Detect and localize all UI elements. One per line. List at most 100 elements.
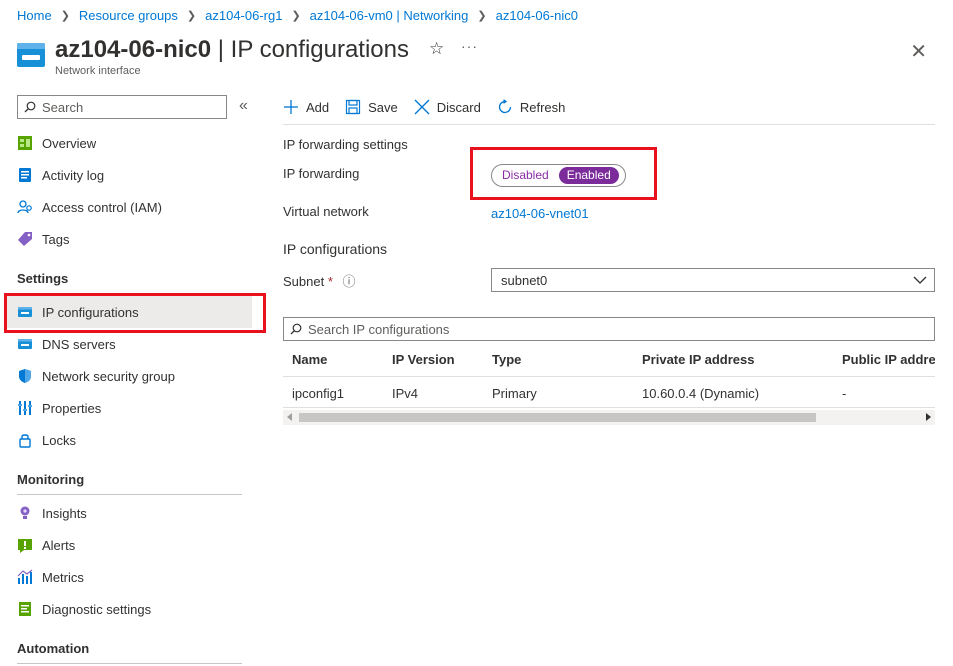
metrics-icon bbox=[17, 569, 33, 585]
alerts-icon bbox=[17, 537, 33, 553]
sidebar-item-label: Alerts bbox=[42, 537, 76, 553]
column-header-name[interactable]: Name bbox=[292, 352, 327, 367]
highlight-box-sidebar bbox=[4, 293, 266, 333]
sidebar-item-label: Access control (IAM) bbox=[42, 199, 162, 215]
ip-config-search[interactable] bbox=[283, 317, 935, 341]
insights-icon bbox=[17, 505, 33, 521]
sidebar-item-properties[interactable]: Properties bbox=[17, 392, 265, 424]
collapse-sidebar-icon[interactable]: « bbox=[239, 97, 248, 115]
highlight-box-toggle bbox=[470, 147, 657, 200]
page-subtitle: Network interface bbox=[55, 65, 141, 77]
search-icon bbox=[24, 101, 36, 113]
dns-icon bbox=[17, 336, 33, 352]
sidebar-item-activity-log[interactable]: Activity log bbox=[17, 159, 265, 191]
sidebar-item-label: Tags bbox=[42, 231, 70, 247]
sidebar-item-alerts[interactable]: Alerts bbox=[17, 529, 265, 561]
sidebar-item-label: Locks bbox=[42, 432, 76, 448]
sidebar-search-input[interactable] bbox=[42, 99, 212, 115]
iam-icon bbox=[17, 199, 33, 215]
required-asterisk: * bbox=[327, 274, 333, 289]
scrollbar-thumb[interactable] bbox=[299, 413, 816, 422]
network-interface-icon bbox=[17, 43, 45, 67]
subnet-dropdown[interactable]: subnet0 bbox=[491, 268, 935, 292]
section-divider bbox=[17, 663, 242, 664]
monitoring-section-header: Monitoring bbox=[17, 472, 85, 487]
subnet-dropdown-value: subnet0 bbox=[501, 272, 548, 288]
sidebar-item-diagnostic-settings[interactable]: Diagnostic settings bbox=[17, 593, 265, 625]
breadcrumb-resource-groups[interactable]: Resource groups bbox=[79, 8, 178, 23]
sidebar-search[interactable] bbox=[17, 95, 227, 119]
sidebar-item-label: DNS servers bbox=[42, 336, 116, 352]
sidebar-item-nsg[interactable]: Network security group bbox=[17, 360, 265, 392]
section-divider bbox=[17, 494, 242, 495]
ip-config-table: Name IP Version Type Private IP address … bbox=[283, 343, 935, 409]
shield-icon bbox=[17, 368, 33, 384]
toolbar-divider bbox=[283, 124, 935, 125]
breadcrumb-resource-group[interactable]: az104-06-rg1 bbox=[205, 8, 282, 23]
ip-forwarding-label: IP forwarding bbox=[283, 166, 360, 181]
chevron-right-icon: ❯ bbox=[60, 9, 70, 22]
sidebar-item-iam[interactable]: Access control (IAM) bbox=[17, 191, 265, 223]
chevron-down-icon bbox=[913, 276, 927, 284]
more-options-icon[interactable]: ··· bbox=[461, 38, 478, 54]
scroll-left-arrow-icon[interactable] bbox=[287, 413, 292, 421]
column-header-type[interactable]: Type bbox=[492, 352, 521, 367]
sidebar-item-insights[interactable]: Insights bbox=[17, 497, 265, 529]
lock-icon bbox=[17, 432, 33, 448]
sidebar-item-metrics[interactable]: Metrics bbox=[17, 561, 265, 593]
column-header-public-ip[interactable]: Public IP address bbox=[842, 352, 935, 367]
virtual-network-link[interactable]: az104-06-vnet01 bbox=[491, 206, 589, 221]
plus-icon bbox=[283, 99, 299, 115]
virtual-network-label: Virtual network bbox=[283, 204, 369, 219]
sidebar-item-label: Properties bbox=[42, 400, 102, 416]
cell-ip-version: IPv4 bbox=[392, 386, 419, 401]
horizontal-scrollbar[interactable] bbox=[283, 410, 935, 425]
sidebar-item-locks[interactable]: Locks bbox=[17, 424, 265, 456]
ip-forwarding-settings-title: IP forwarding settings bbox=[283, 137, 408, 152]
chevron-right-icon: ❯ bbox=[186, 9, 197, 22]
activity-log-icon bbox=[17, 167, 33, 183]
sidebar-item-label: Network security group bbox=[42, 368, 175, 384]
chevron-right-icon: ❯ bbox=[477, 9, 487, 22]
sidebar-item-label: Metrics bbox=[42, 569, 84, 585]
scroll-right-arrow-icon[interactable] bbox=[926, 413, 931, 421]
properties-icon bbox=[17, 400, 33, 416]
favorite-star-icon[interactable]: ☆ bbox=[429, 39, 444, 59]
refresh-button[interactable]: Refresh bbox=[497, 99, 566, 115]
command-bar: Add Save Discard Refresh bbox=[283, 94, 581, 120]
ip-configurations-title: IP configurations bbox=[283, 241, 388, 257]
cell-name[interactable]: ipconfig1 bbox=[292, 386, 344, 401]
save-icon bbox=[345, 99, 361, 115]
sidebar-item-label: Diagnostic settings bbox=[42, 601, 152, 617]
discard-button[interactable]: Discard bbox=[414, 99, 481, 115]
cell-type: Primary bbox=[492, 386, 537, 401]
close-icon[interactable]: ✕ bbox=[910, 39, 927, 64]
refresh-button-label: Refresh bbox=[519, 99, 566, 115]
save-button-label: Save bbox=[368, 99, 398, 115]
sidebar-item-overview[interactable]: Overview bbox=[17, 127, 265, 159]
breadcrumb-vm-networking[interactable]: az104-06-vm0 | Networking bbox=[310, 8, 469, 23]
chevron-right-icon: ❯ bbox=[291, 9, 301, 22]
cell-public-ip: - bbox=[842, 386, 847, 401]
save-button[interactable]: Save bbox=[345, 99, 398, 115]
breadcrumb-home[interactable]: Home bbox=[17, 8, 52, 23]
discard-button-label: Discard bbox=[436, 99, 481, 115]
discard-x-icon bbox=[414, 99, 430, 115]
page-title: az104-06-nic0 | IP configurations bbox=[55, 36, 409, 63]
sidebar-item-label: Insights bbox=[42, 505, 87, 521]
page-header: az104-06-nic0 | IP configurations Networ… bbox=[17, 36, 937, 80]
tag-icon bbox=[17, 231, 33, 247]
add-button[interactable]: Add bbox=[283, 99, 329, 115]
info-icon[interactable]: ⓘ bbox=[343, 274, 356, 289]
column-header-private-ip[interactable]: Private IP address bbox=[642, 352, 755, 367]
add-button-label: Add bbox=[306, 99, 330, 115]
column-header-ip-version[interactable]: IP Version bbox=[392, 352, 455, 367]
table-row-divider bbox=[283, 407, 935, 408]
breadcrumb-nic[interactable]: az104-06-nic0 bbox=[496, 8, 578, 23]
subnet-label: Subnet * ⓘ bbox=[283, 271, 356, 290]
ip-config-search-input[interactable] bbox=[308, 321, 908, 337]
sidebar-item-label: Activity log bbox=[42, 167, 105, 183]
table-header-divider bbox=[283, 376, 935, 377]
search-icon bbox=[290, 323, 302, 335]
sidebar-item-tags[interactable]: Tags bbox=[17, 223, 265, 255]
